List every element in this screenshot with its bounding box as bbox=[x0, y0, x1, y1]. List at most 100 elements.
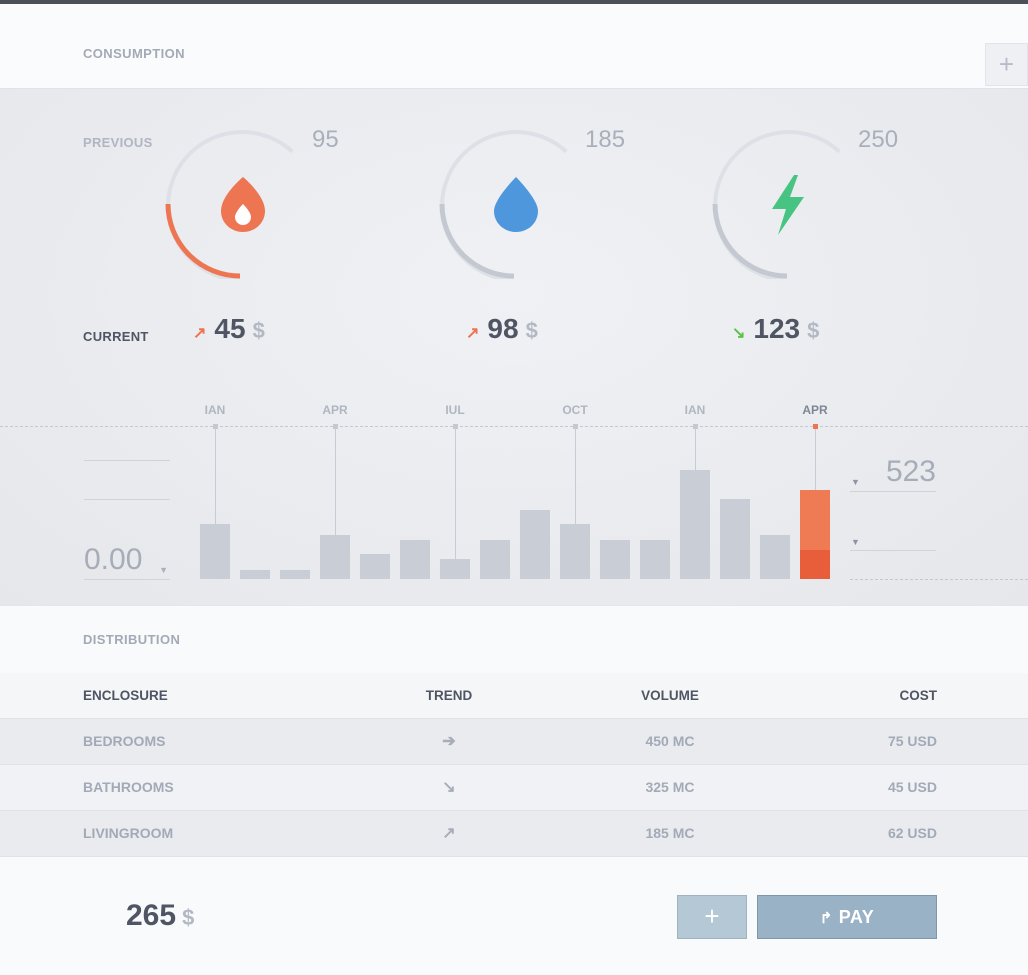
pay-label: PAY bbox=[838, 907, 875, 927]
cell-volume: 325 MC bbox=[645, 779, 695, 795]
history-bar[interactable] bbox=[800, 490, 830, 579]
current-fire: ↗ 45 $ bbox=[193, 313, 265, 353]
history-bar-segment bbox=[800, 550, 830, 579]
month-tick-line bbox=[455, 429, 456, 559]
chart-guide-line bbox=[84, 460, 170, 461]
history-bar[interactable] bbox=[680, 470, 710, 579]
consumption-header: CONSUMPTION bbox=[0, 4, 1028, 89]
previous-value-power: 250 bbox=[858, 126, 899, 153]
cell-enclosure: BEDROOMS bbox=[83, 733, 166, 749]
gauge-power bbox=[712, 129, 862, 279]
table-row[interactable]: BEDROOMS ➔ 450 MC 75 USD bbox=[0, 719, 1028, 765]
lightning-icon bbox=[772, 175, 804, 235]
fire-drop-icon bbox=[221, 177, 265, 232]
history-bar[interactable] bbox=[560, 524, 590, 579]
amount-value: 0.00 bbox=[84, 543, 143, 576]
consumption-panel: PREVIOUS CURRENT 95 ↗ 45 $ 185 ↗ 98 $ 25… bbox=[0, 89, 1028, 605]
cell-cost: 45 USD bbox=[887, 779, 937, 795]
cell-cost: 62 USD bbox=[887, 825, 937, 841]
month-label: OCT bbox=[562, 403, 588, 417]
current-power: ↘ 123 $ bbox=[732, 313, 819, 353]
previous-label: PREVIOUS bbox=[83, 135, 153, 150]
history-bar[interactable] bbox=[480, 540, 510, 579]
amount-input[interactable]: 0.00 ▼ bbox=[84, 539, 170, 580]
history-bar[interactable] bbox=[400, 540, 430, 579]
plus-icon: + bbox=[704, 901, 720, 931]
cell-volume: 450 MC bbox=[645, 733, 695, 749]
month-tick-line bbox=[215, 429, 216, 524]
section-title-consumption: CONSUMPTION bbox=[83, 46, 185, 61]
cell-cost: 75 USD bbox=[887, 733, 937, 749]
history-bar[interactable] bbox=[600, 540, 630, 579]
history-bar[interactable] bbox=[200, 524, 230, 579]
month-label: APR bbox=[322, 403, 348, 417]
arrow-down-right-icon: ↘ bbox=[442, 779, 456, 796]
month-label: IUL bbox=[445, 403, 465, 417]
distribution-header: DISTRIBUTION bbox=[0, 605, 1028, 674]
current-value-water: 98 bbox=[487, 313, 519, 344]
column-header-volume[interactable]: VOLUME bbox=[620, 673, 720, 718]
previous-value-water: 185 bbox=[585, 126, 626, 153]
previous-value-fire: 95 bbox=[312, 126, 339, 153]
add-button[interactable]: + bbox=[985, 43, 1028, 86]
chart-dashed-line-bottom bbox=[850, 579, 1028, 580]
current-value-power: 123 bbox=[753, 313, 801, 344]
currency-symbol: $ bbox=[807, 318, 820, 343]
total-value: 265 bbox=[126, 899, 177, 932]
history-bar[interactable] bbox=[760, 535, 790, 579]
gauge-fire bbox=[165, 129, 315, 279]
trend-up-icon: ↗ bbox=[466, 325, 480, 342]
pay-button[interactable]: ↱ PAY bbox=[757, 895, 937, 939]
history-bar[interactable] bbox=[360, 554, 390, 579]
month-label: IAN bbox=[684, 403, 706, 417]
distribution-table: ENCLOSURE TREND VOLUME COST BEDROOMS ➔ 4… bbox=[0, 673, 1028, 857]
cell-enclosure: BATHROOMS bbox=[83, 779, 174, 795]
cell-volume: 185 MC bbox=[645, 825, 695, 841]
history-bar[interactable] bbox=[640, 540, 670, 579]
footer: 265 $ + ↱ PAY bbox=[0, 857, 1028, 975]
history-bar[interactable] bbox=[240, 570, 270, 579]
current-label: CURRENT bbox=[83, 329, 149, 344]
cell-trend: ↗ bbox=[400, 811, 498, 856]
table-row[interactable]: BATHROOMS ↘ 325 MC 45 USD bbox=[0, 765, 1028, 811]
month-tick-line bbox=[815, 429, 816, 490]
history-chart: 0.00 ▼ 523 ▼ ▼ IAN APR IUL OCT IAN APR bbox=[0, 399, 1028, 605]
value-right: 523 bbox=[885, 455, 936, 488]
current-water: ↗ 98 $ bbox=[466, 313, 538, 353]
history-bar[interactable] bbox=[280, 570, 310, 579]
column-header-trend[interactable]: TREND bbox=[400, 673, 498, 718]
caret-down-icon: ▼ bbox=[851, 477, 860, 487]
value-input-bottom[interactable]: ▼ bbox=[850, 510, 936, 551]
history-bar[interactable] bbox=[720, 499, 750, 579]
currency-symbol: $ bbox=[252, 318, 265, 343]
value-input-top[interactable]: 523 ▼ bbox=[850, 451, 936, 492]
chart-guide-line bbox=[84, 499, 170, 500]
plus-icon: + bbox=[998, 49, 1015, 79]
total-amount: 265 $ bbox=[126, 899, 194, 933]
history-bar[interactable] bbox=[440, 559, 470, 579]
history-bar[interactable] bbox=[320, 535, 350, 579]
gauge-water bbox=[439, 129, 589, 279]
month-tick-line bbox=[695, 429, 696, 470]
month-label: APR bbox=[802, 403, 828, 417]
column-header-cost[interactable]: COST bbox=[850, 673, 937, 718]
month-label: IAN bbox=[204, 403, 226, 417]
column-header-enclosure[interactable]: ENCLOSURE bbox=[83, 673, 168, 718]
arrow-right-icon: ➔ bbox=[442, 733, 456, 750]
current-value-fire: 45 bbox=[214, 313, 246, 344]
section-title-distribution: DISTRIBUTION bbox=[83, 632, 181, 647]
caret-down-icon: ▼ bbox=[851, 537, 860, 547]
trend-down-icon: ↘ bbox=[732, 325, 746, 342]
table-header-row: ENCLOSURE TREND VOLUME COST bbox=[0, 673, 1028, 719]
history-bar[interactable] bbox=[520, 510, 550, 579]
month-tick-line bbox=[335, 429, 336, 535]
table-row[interactable]: LIVINGROOM ↗ 185 MC 62 USD bbox=[0, 811, 1028, 857]
caret-down-icon: ▼ bbox=[159, 565, 168, 575]
water-drop-icon bbox=[494, 177, 538, 232]
chart-dashed-line bbox=[0, 426, 1028, 427]
share-arrow-icon: ↱ bbox=[819, 910, 833, 927]
currency-symbol: $ bbox=[182, 905, 195, 930]
cell-trend: ➔ bbox=[400, 719, 498, 764]
cell-trend: ↘ bbox=[400, 765, 498, 810]
add-payment-button[interactable]: + bbox=[677, 895, 747, 939]
